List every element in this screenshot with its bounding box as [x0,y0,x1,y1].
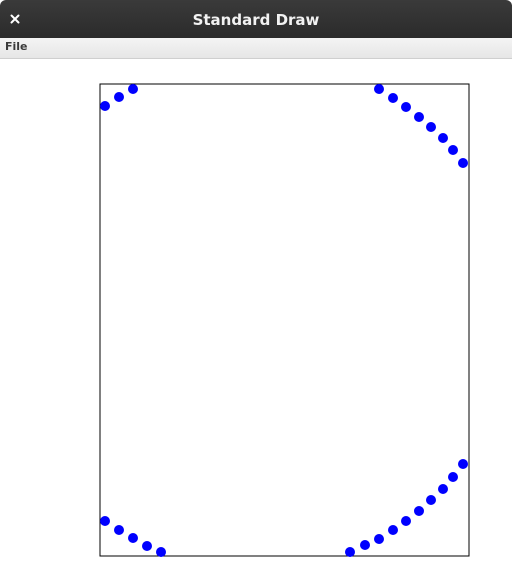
blue-dot [388,525,398,535]
blue-dot [438,484,448,494]
title-bar[interactable]: Standard Draw [0,0,512,38]
blue-dot [414,506,424,516]
blue-dot [100,516,110,526]
blue-dot [142,541,152,551]
blue-dot [128,533,138,543]
blue-dot [414,112,424,122]
blue-dot [156,547,166,557]
blue-dot [100,101,110,111]
blue-dot [458,459,468,469]
window-title: Standard Draw [192,11,320,29]
blue-dot [458,158,468,168]
blue-dot [360,540,370,550]
blue-dot [448,145,458,155]
drawing-canvas [0,59,512,570]
blue-dot [374,84,384,94]
canvas-frame [99,83,470,557]
drawing-surface [99,83,470,557]
close-button[interactable] [6,10,24,28]
blue-dot [345,547,355,557]
dot-group [100,84,468,557]
blue-dot [426,495,436,505]
blue-dot [114,92,124,102]
blue-dot [448,472,458,482]
blue-dot [401,516,411,526]
standard-draw-window: Standard Draw File [0,0,512,570]
blue-dot [388,93,398,103]
menu-bar: File [0,38,512,59]
blue-dot [401,102,411,112]
blue-dot [426,122,436,132]
blue-dot [128,84,138,94]
menu-file[interactable]: File [5,39,28,57]
blue-dot [374,534,384,544]
close-icon [10,14,20,24]
blue-dot [438,133,448,143]
blue-dot [114,525,124,535]
